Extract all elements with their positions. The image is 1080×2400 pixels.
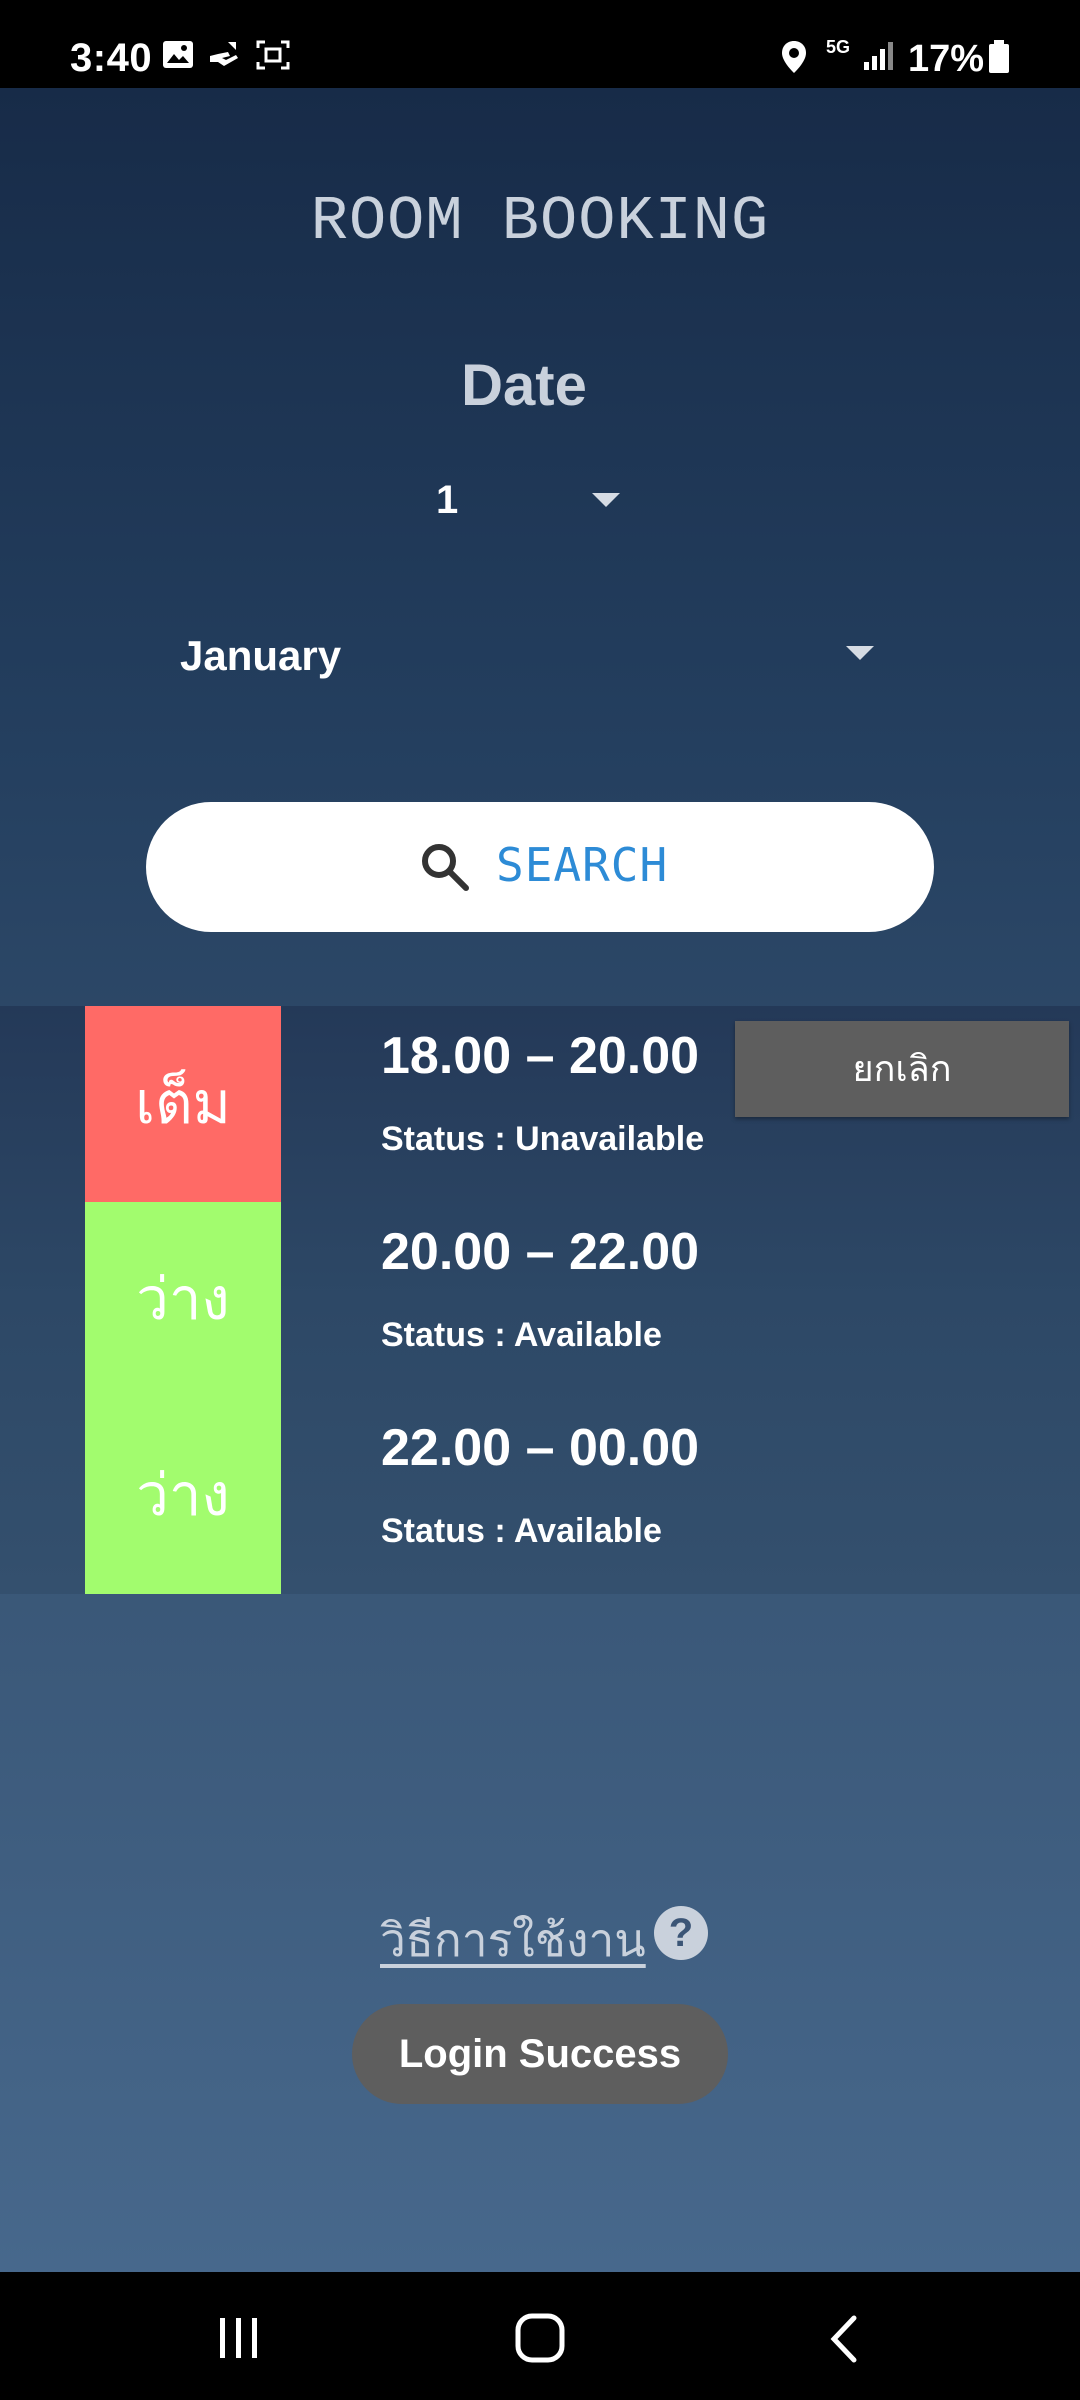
screenshot-icon bbox=[256, 40, 290, 75]
day-value: 1 bbox=[436, 478, 459, 522]
slot-status: Status : Unavailable bbox=[381, 1120, 705, 1158]
dropdown-arrow-icon bbox=[592, 493, 620, 507]
location-icon bbox=[780, 40, 808, 79]
toast-message: Login Success bbox=[352, 2004, 728, 2104]
page-title: ROOM BOOKING bbox=[310, 186, 770, 257]
slot-row[interactable]: เต็ม 18.00 – 20.00 Status : Unavailable … bbox=[0, 1006, 1080, 1202]
help-link[interactable]: วิธีการใช้งาน bbox=[380, 1904, 646, 1977]
dropdown-arrow-icon bbox=[846, 646, 874, 660]
slot-row[interactable]: ว่าง 22.00 – 00.00 Status : Available bbox=[0, 1398, 1080, 1594]
search-icon bbox=[418, 840, 472, 899]
day-dropdown[interactable]: 1 bbox=[420, 468, 640, 538]
cancel-button[interactable]: ยกเลิก bbox=[735, 1021, 1069, 1117]
help-icon[interactable]: ? bbox=[654, 1906, 708, 1960]
slot-time: 20.00 – 22.00 bbox=[381, 1223, 700, 1281]
slot-status: Status : Available bbox=[381, 1512, 662, 1550]
navigation-bar bbox=[0, 2272, 1080, 2400]
network-type: 5G bbox=[826, 37, 851, 57]
hand-icon bbox=[208, 40, 244, 75]
date-label: Date bbox=[461, 353, 587, 418]
search-button[interactable]: SEARCH bbox=[146, 802, 934, 932]
battery-percent: 17% bbox=[908, 38, 985, 80]
gallery-icon bbox=[162, 40, 196, 75]
slot-time: 18.00 – 20.00 bbox=[381, 1027, 700, 1085]
month-dropdown[interactable]: January bbox=[170, 618, 890, 694]
home-icon[interactable] bbox=[514, 2312, 566, 2369]
battery-icon bbox=[988, 40, 1010, 79]
back-icon[interactable] bbox=[826, 2314, 860, 2369]
month-value: January bbox=[180, 632, 342, 679]
slot-row[interactable]: ว่าง 20.00 – 22.00 Status : Available bbox=[0, 1202, 1080, 1398]
slot-status: Status : Available bbox=[381, 1316, 662, 1354]
status-bar: 3:40 5G 17% bbox=[0, 0, 1080, 88]
recent-apps-icon[interactable] bbox=[216, 2316, 262, 2365]
slot-badge: ว่าง bbox=[85, 1398, 281, 1594]
signal-icon bbox=[862, 40, 896, 77]
status-time: 3:40 bbox=[70, 36, 153, 80]
search-label: SEARCH bbox=[496, 838, 669, 892]
slot-badge: เต็ม bbox=[85, 1006, 281, 1202]
slot-time: 22.00 – 00.00 bbox=[381, 1419, 700, 1477]
slot-badge: ว่าง bbox=[85, 1202, 281, 1398]
